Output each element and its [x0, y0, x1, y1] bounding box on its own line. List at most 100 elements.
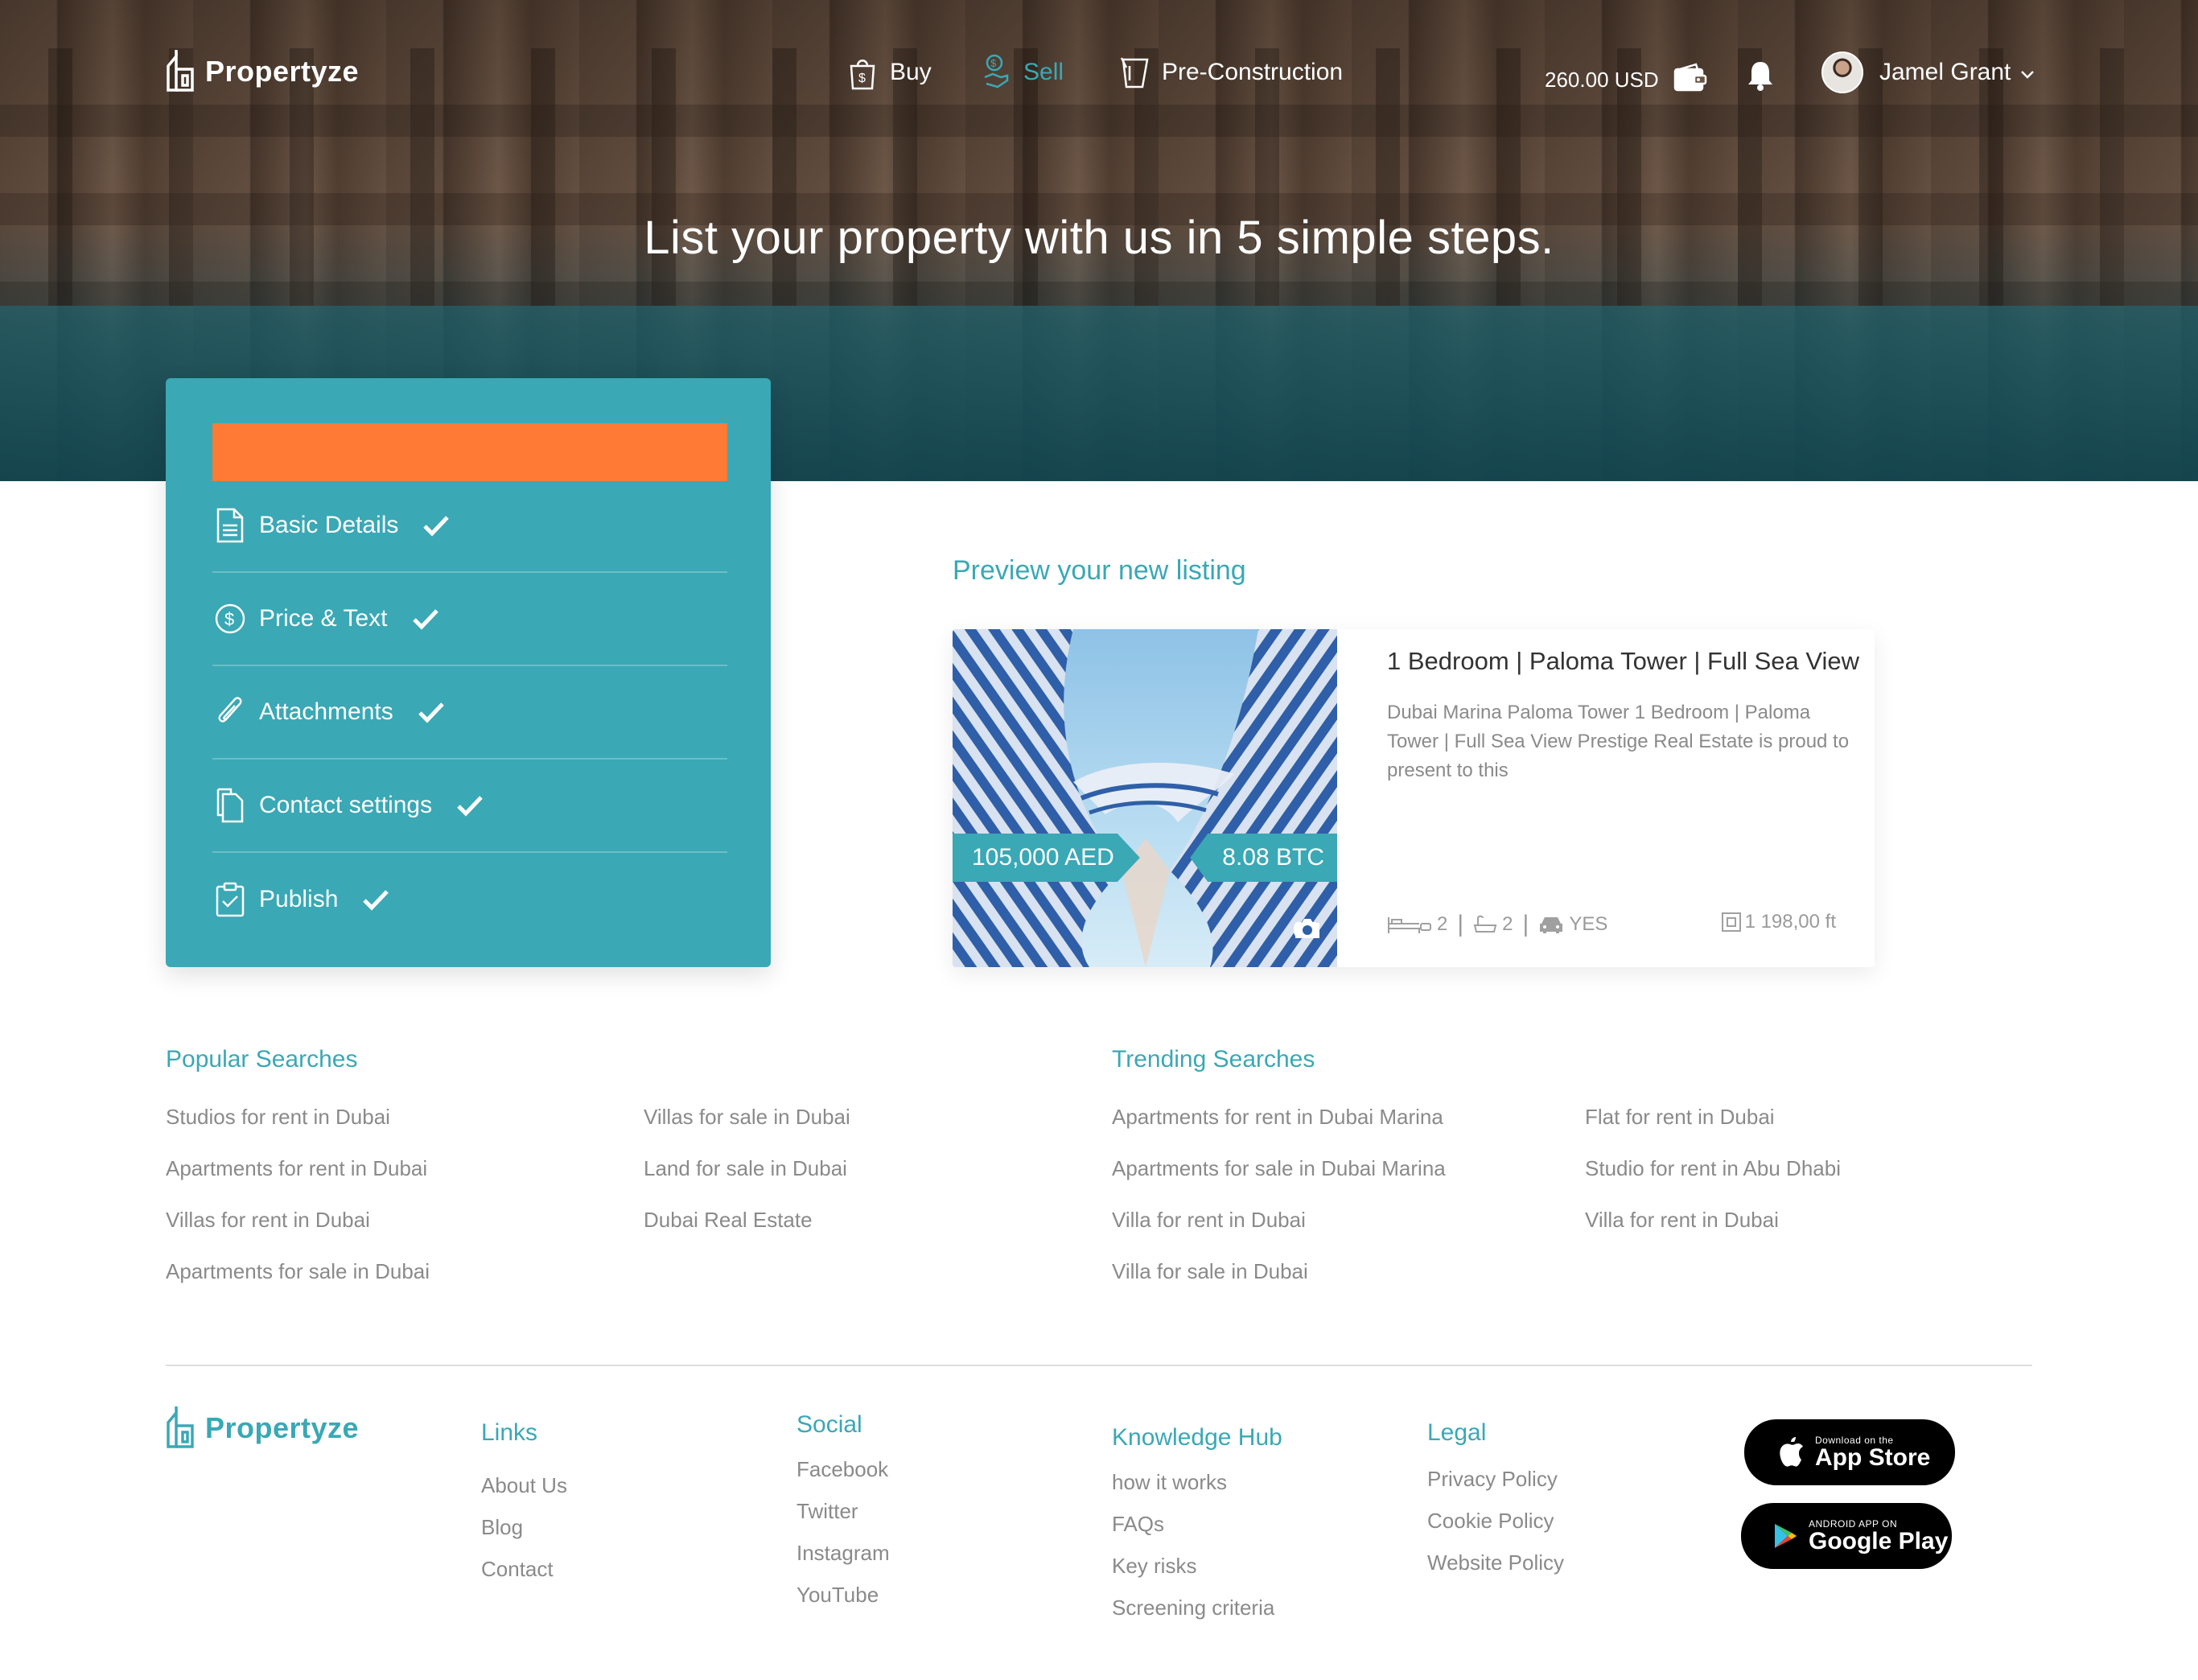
preview-heading: Preview your new listing	[953, 555, 1246, 586]
copy-icon	[212, 786, 248, 825]
checkmark-icon	[418, 701, 445, 723]
footer-link[interactable]: YouTube	[796, 1574, 890, 1616]
google-play-icon	[1773, 1522, 1797, 1550]
photo-count[interactable]: 05	[1293, 917, 1319, 943]
footer-social-title: Social	[796, 1411, 862, 1438]
wallet-balance[interactable]: 260.00 USD	[1545, 63, 1707, 97]
footer-legal-title: Legal	[1427, 1419, 1487, 1446]
header-logo[interactable]: Propertyze	[165, 48, 359, 95]
footer-link[interactable]: how it works	[1112, 1461, 1274, 1503]
footer-link[interactable]: Key risks	[1112, 1545, 1274, 1587]
steps-card: Basic Details $ Price & Text Attachments	[166, 378, 771, 967]
footer-link[interactable]: Instagram	[796, 1532, 890, 1574]
search-link[interactable]: Dubai Real Estate	[644, 1194, 850, 1246]
footer-divider	[166, 1365, 2032, 1366]
footer-link[interactable]: About Us	[481, 1464, 567, 1506]
popular-searches-title: Popular Searches	[166, 1046, 358, 1073]
footer-link[interactable]: Facebook	[796, 1448, 890, 1490]
search-link[interactable]: Land for sale in Dubai	[644, 1143, 850, 1194]
listing-features: 2 | 2 | YES	[1387, 911, 1607, 938]
user-name: Jamel Grant	[1879, 59, 2011, 85]
search-link[interactable]: Villas for sale in Dubai	[644, 1091, 850, 1143]
bath-icon	[1473, 915, 1497, 933]
step-contact-settings[interactable]: Contact settings	[212, 760, 727, 853]
step-label: Price & Text	[259, 605, 388, 632]
search-link[interactable]: Villa for rent in Dubai	[1585, 1194, 1841, 1246]
apple-icon	[1778, 1437, 1804, 1468]
footer-link[interactable]: FAQs	[1112, 1503, 1274, 1545]
step-label: Attachments	[259, 698, 393, 725]
google-play-button[interactable]: ANDROID APP ON Google Play	[1741, 1503, 1952, 1569]
nav-sell-label: Sell	[1023, 59, 1064, 85]
step-price-text[interactable]: $ Price & Text	[212, 573, 727, 666]
checkmark-icon	[362, 888, 389, 911]
nav-pre-construction[interactable]: Pre-Construction	[1118, 53, 1343, 92]
logo-mark-icon	[165, 1405, 200, 1451]
separator: |	[1522, 911, 1529, 937]
price-aed-badge: 105,000 AED	[953, 834, 1140, 882]
notifications-bell-icon[interactable]	[1746, 60, 1775, 96]
search-link[interactable]: Studios for rent in Dubai	[166, 1091, 430, 1143]
paperclip-icon	[212, 693, 248, 731]
popular-searches-col1: Studios for rent in Dubai Apartments for…	[166, 1091, 430, 1297]
trending-searches-title: Trending Searches	[1112, 1046, 1315, 1073]
search-link[interactable]: Flat for rent in Dubai	[1585, 1091, 1841, 1143]
footer-links: About Us Blog Contact	[481, 1464, 567, 1590]
brand-name: Propertyze	[205, 1411, 360, 1444]
nav-buy-label: Buy	[890, 59, 932, 85]
step-publish[interactable]: Publish	[212, 853, 727, 946]
footer-link[interactable]: Screening criteria	[1112, 1587, 1274, 1629]
footer-link[interactable]: Website Policy	[1427, 1542, 1564, 1583]
search-link[interactable]: Apartments for rent in Dubai Marina	[1112, 1091, 1446, 1143]
parking-value: YES	[1569, 913, 1608, 935]
app-store-button[interactable]: Download on the App Store	[1744, 1419, 1955, 1485]
search-link[interactable]: Apartments for sale in Dubai Marina	[1112, 1143, 1446, 1194]
listing-title[interactable]: 1 Bedroom | Paloma Tower | Full Sea View	[1387, 647, 1859, 676]
search-link[interactable]: Apartments for sale in Dubai	[166, 1246, 430, 1297]
listing-card[interactable]: 105,000 AED 8.08 BTC 05 1 Bedroom | Palo…	[953, 629, 1875, 967]
nav-sell[interactable]: $ Sell	[980, 53, 1064, 92]
step-attachments[interactable]: Attachments	[212, 666, 727, 760]
search-link[interactable]: Studio for rent in Abu Dhabi	[1585, 1143, 1841, 1194]
search-link[interactable]: Villas for rent in Dubai	[166, 1194, 430, 1246]
nav-buy[interactable]: $ Buy	[846, 53, 932, 92]
footer-link[interactable]: Cookie Policy	[1427, 1500, 1564, 1542]
footer-link[interactable]: Blog	[481, 1506, 567, 1548]
step-label: Publish	[259, 886, 339, 912]
baths-count: 2	[1502, 913, 1513, 935]
svg-text:$: $	[990, 57, 997, 69]
camera-icon	[1295, 919, 1319, 938]
step-basic-details[interactable]: Basic Details	[212, 480, 727, 573]
price-aed: 105,000 AED	[972, 844, 1114, 871]
separator: |	[1457, 911, 1464, 937]
checkmark-icon	[456, 794, 484, 817]
listing-image[interactable]: 105,000 AED 8.08 BTC 05	[953, 629, 1337, 967]
footer-social: Facebook Twitter Instagram YouTube	[796, 1448, 890, 1616]
app-store-text: Download on the App Store	[1815, 1435, 1930, 1470]
google-play-big: Google Play	[1809, 1528, 1949, 1554]
search-link[interactable]: Villa for rent in Dubai	[1112, 1194, 1446, 1246]
step-label: Contact settings	[259, 792, 433, 818]
beds-count: 2	[1437, 913, 1448, 935]
app-store-big: App Store	[1815, 1444, 1931, 1471]
svg-text:$: $	[858, 72, 866, 85]
search-link[interactable]: Apartments for rent in Dubai	[166, 1143, 430, 1194]
price-btc-badge: 8.08 BTC	[1190, 834, 1337, 882]
footer-logo[interactable]: Propertyze	[165, 1405, 359, 1451]
user-menu[interactable]: Jamel Grant	[1821, 51, 2035, 93]
listing-description: Dubai Marina Paloma Tower 1 Bedroom | Pa…	[1387, 702, 1850, 781]
step-label: Basic Details	[259, 512, 399, 538]
trending-searches-col1: Apartments for rent in Dubai Marina Apar…	[1112, 1091, 1446, 1297]
footer-link[interactable]: Twitter	[796, 1490, 890, 1532]
dollar-circle-icon: $	[212, 599, 248, 638]
checkmark-icon	[422, 514, 450, 537]
footer-links-title: Links	[481, 1419, 538, 1446]
search-link[interactable]: Villa for sale in Dubai	[1112, 1246, 1446, 1297]
shopping-bag-icon: $	[846, 53, 879, 92]
footer-legal: Privacy Policy Cookie Policy Website Pol…	[1427, 1458, 1564, 1583]
listing-area: 1 198,00 ft	[1721, 911, 1836, 933]
footer-link[interactable]: Privacy Policy	[1427, 1458, 1564, 1500]
footer-link[interactable]: Contact	[481, 1548, 567, 1590]
wallet-amount: 260.00 USD	[1545, 68, 1659, 92]
hand-coin-icon: $	[980, 53, 1012, 92]
